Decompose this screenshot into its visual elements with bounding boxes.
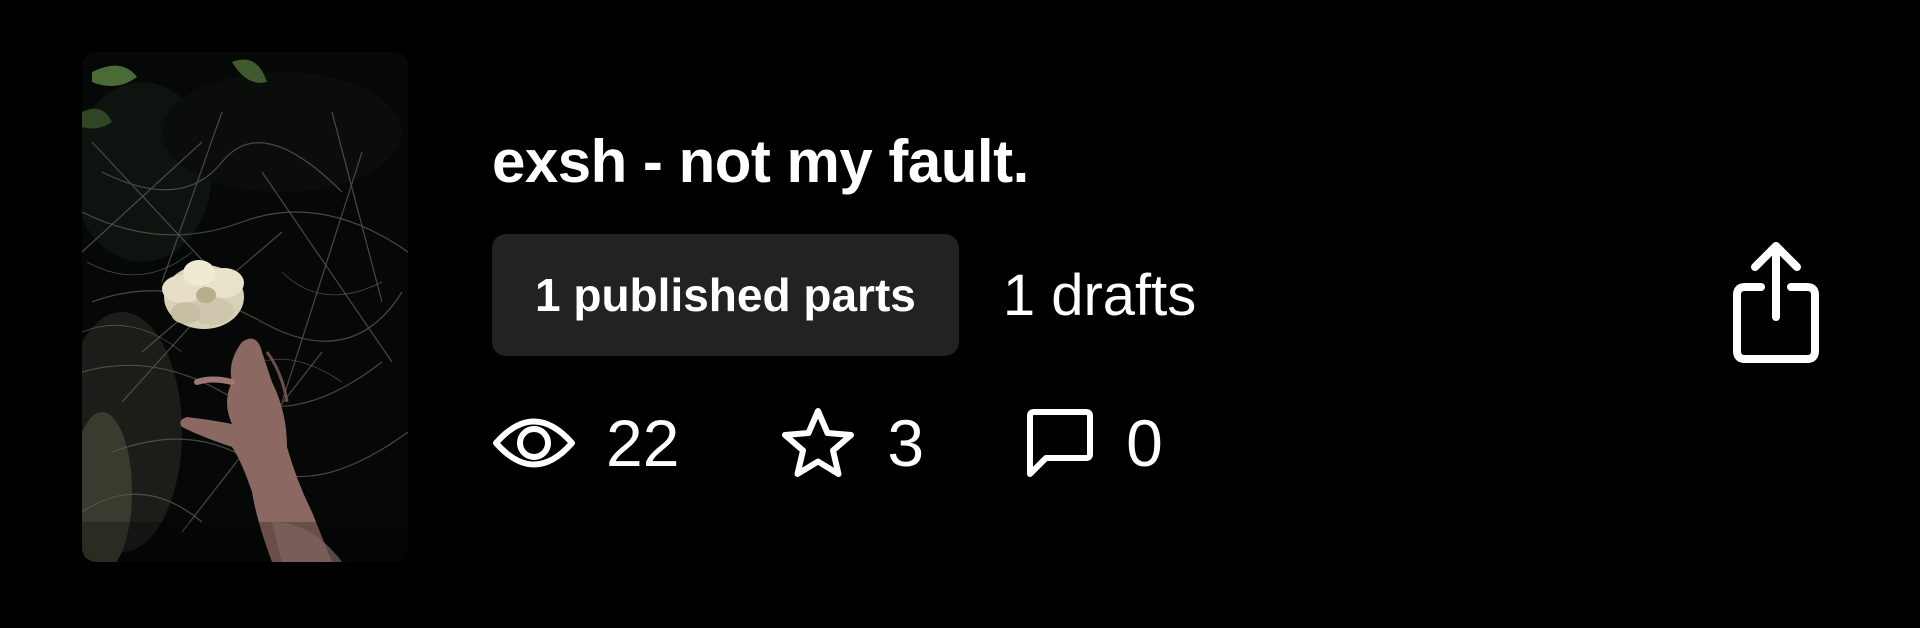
votes-stat: 3 [779,400,924,486]
star-icon [779,406,857,480]
parts-row: 1 published parts 1 drafts [492,234,1196,356]
share-button[interactable] [1728,240,1824,370]
comments-stat: 0 [1024,400,1163,486]
story-cover-image[interactable] [82,52,408,562]
story-stats: 22 3 0 [492,400,1163,486]
comments-count: 0 [1126,406,1163,480]
eye-icon [492,412,576,474]
views-stat: 22 [492,400,679,486]
share-icon [1731,241,1821,370]
views-count: 22 [606,406,680,480]
drafts-tab[interactable]: 1 drafts [1003,262,1196,329]
story-title[interactable]: exsh - not my fault. [492,122,1029,202]
comment-icon [1024,408,1096,478]
story-info: exsh - not my fault. 1 published parts 1… [492,0,1692,628]
cover-artwork [82,52,408,562]
published-parts-tab[interactable]: 1 published parts [492,234,959,356]
votes-count: 3 [887,406,925,480]
story-card: exsh - not my fault. 1 published parts 1… [0,0,1920,628]
